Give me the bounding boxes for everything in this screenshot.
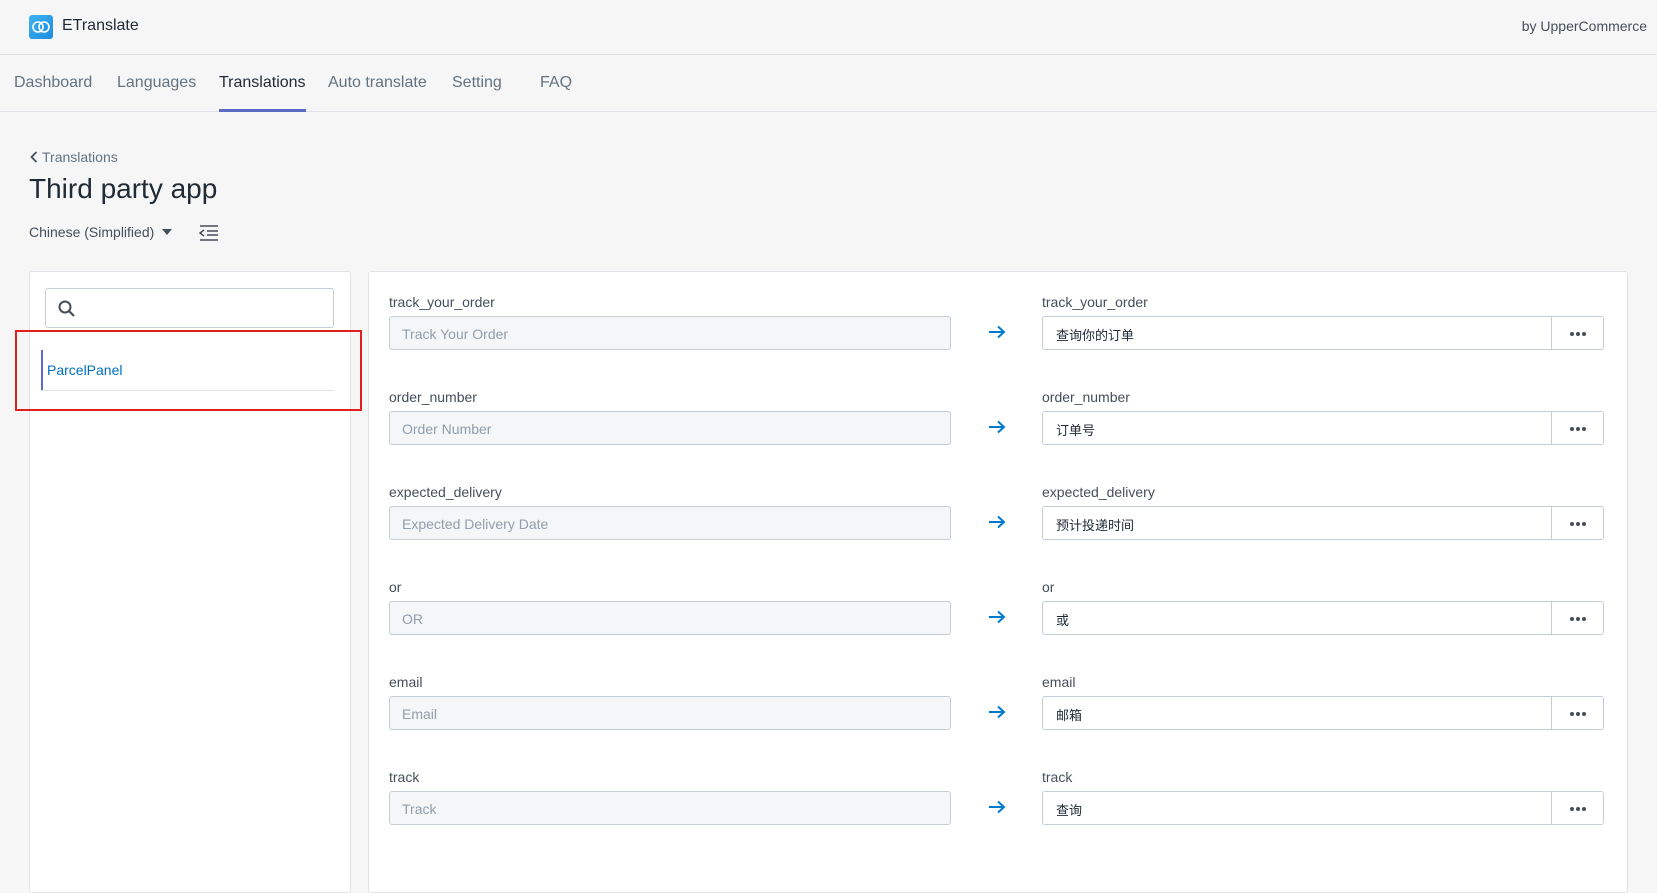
language-selector[interactable]: Chinese (Simplified) (29, 224, 173, 240)
target-input[interactable] (1054, 418, 1538, 440)
source-key-label: order_number (389, 389, 477, 405)
target-text-field[interactable] (1042, 696, 1552, 730)
arrow-right-icon[interactable] (988, 420, 1006, 434)
search-icon (58, 300, 75, 317)
translation-row: track_your_order Track Your Order track_… (369, 272, 1627, 372)
ellipsis-icon (1570, 522, 1574, 526)
main-nav: Dashboard Languages Translations Auto tr… (0, 55, 1657, 112)
more-options-button[interactable] (1551, 506, 1604, 540)
translation-editor-panel: track_your_order Track Your Order track_… (368, 271, 1628, 893)
tab-faq[interactable]: FAQ (540, 55, 572, 111)
target-key-label: email (1042, 674, 1076, 690)
target-key-label: order_number (1042, 389, 1130, 405)
source-key-label: track (389, 769, 420, 785)
translation-row: order_number Order Number order_number (369, 367, 1627, 467)
target-input[interactable] (1054, 703, 1538, 725)
selected-indicator (41, 350, 43, 390)
source-key-label: or (389, 579, 402, 595)
source-text: Track (402, 801, 437, 817)
language-selector-value: Chinese (Simplified) (29, 224, 155, 240)
ellipsis-icon (1570, 332, 1574, 336)
source-text-field: Expected Delivery Date (389, 506, 951, 540)
arrow-right-icon[interactable] (988, 705, 1006, 719)
translation-row: expected_delivery Expected Delivery Date… (369, 462, 1627, 562)
source-text-field: OR (389, 601, 951, 635)
ellipsis-icon (1570, 807, 1574, 811)
target-input[interactable] (1054, 323, 1538, 345)
source-text: OR (402, 611, 423, 627)
source-text: Email (402, 706, 438, 722)
target-text-field[interactable] (1042, 316, 1552, 350)
tab-dashboard[interactable]: Dashboard (14, 55, 92, 111)
target-input[interactable] (1054, 608, 1538, 630)
target-text-field[interactable] (1042, 601, 1552, 635)
tab-languages[interactable]: Languages (117, 55, 196, 111)
chevron-left-icon (30, 151, 38, 163)
arrow-right-icon[interactable] (988, 325, 1006, 339)
source-text-field: Email (389, 696, 951, 730)
search-input[interactable] (86, 295, 330, 321)
app-logo-icon (29, 15, 53, 39)
arrow-right-icon[interactable] (988, 610, 1006, 624)
source-text: Track Your Order (402, 326, 509, 342)
tab-translations[interactable]: Translations (219, 55, 306, 112)
more-options-button[interactable] (1551, 696, 1604, 730)
target-text-field[interactable] (1042, 411, 1552, 445)
breadcrumb-label: Translations (42, 149, 118, 165)
more-options-button[interactable] (1551, 411, 1604, 445)
source-text-field: Track Your Order (389, 316, 951, 350)
sidebar-item-label: ParcelPanel (47, 362, 123, 378)
caret-down-icon (162, 229, 173, 235)
target-key-label: expected_delivery (1042, 484, 1155, 500)
translation-row: email Email email (369, 652, 1627, 752)
source-text: Order Number (402, 421, 492, 437)
target-text-field[interactable] (1042, 791, 1552, 825)
top-bar: ETranslate by UpperCommerce (0, 0, 1657, 55)
vendor-credit: by UpperCommerce (1521, 18, 1647, 34)
page-title: Third party app (29, 173, 218, 204)
sidebar-item-parcelpanel[interactable]: ParcelPanel (41, 350, 334, 391)
ellipsis-icon (1570, 427, 1574, 431)
app-search[interactable] (45, 288, 334, 328)
more-options-button[interactable] (1551, 316, 1604, 350)
more-options-button[interactable] (1551, 791, 1604, 825)
source-key-label: expected_delivery (389, 484, 502, 500)
arrow-right-icon[interactable] (988, 800, 1006, 814)
ellipsis-icon (1570, 712, 1574, 716)
app-name: ETranslate (62, 17, 139, 34)
source-key-label: track_your_order (389, 294, 495, 310)
target-key-label: or (1042, 579, 1055, 595)
target-key-label: track (1042, 769, 1073, 785)
source-key-label: email (389, 674, 423, 690)
arrow-right-icon[interactable] (988, 515, 1006, 529)
target-input[interactable] (1054, 798, 1538, 820)
more-options-button[interactable] (1551, 601, 1604, 635)
translation-row: or OR or (369, 557, 1627, 657)
source-text-field: Order Number (389, 411, 951, 445)
list-indent-icon[interactable] (198, 224, 220, 247)
target-key-label: track_your_order (1042, 294, 1148, 310)
tab-auto-translate[interactable]: Auto translate (328, 55, 427, 111)
app-list-panel: ParcelPanel (29, 271, 351, 893)
target-text-field[interactable] (1042, 506, 1552, 540)
ellipsis-icon (1570, 617, 1574, 621)
target-input[interactable] (1054, 513, 1538, 535)
source-text-field: Track (389, 791, 951, 825)
translation-row: track Track track (369, 747, 1627, 847)
source-text: Expected Delivery Date (402, 516, 549, 532)
tab-setting[interactable]: Setting (452, 55, 502, 111)
breadcrumb[interactable]: Translations (30, 149, 118, 165)
